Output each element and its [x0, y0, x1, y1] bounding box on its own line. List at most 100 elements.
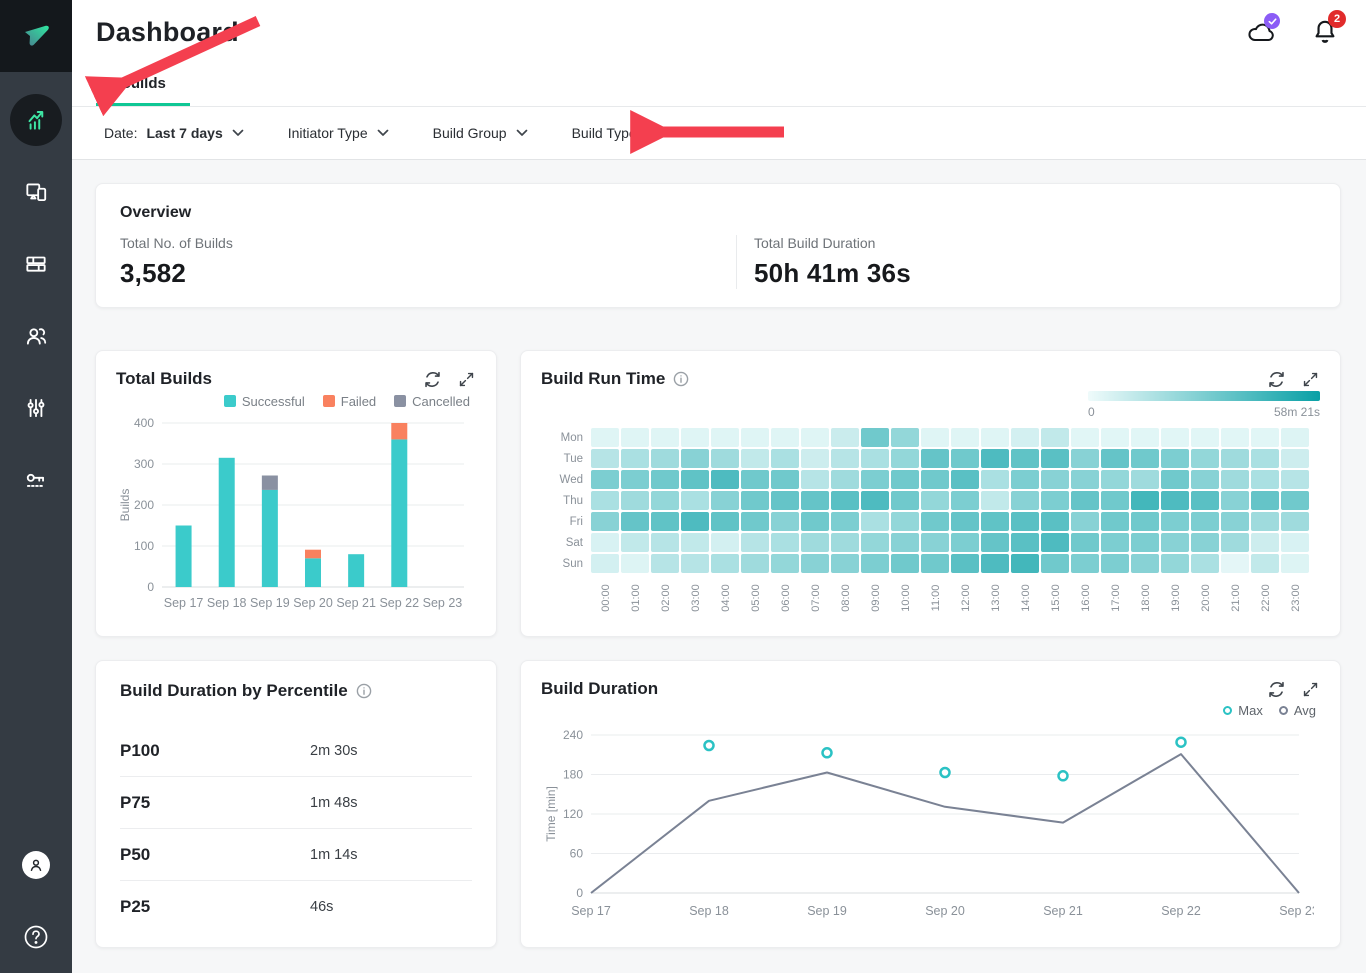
filter-date[interactable]: Date: Last 7 days — [104, 125, 244, 141]
heatmap-cell — [651, 491, 679, 510]
chevron-down-icon — [646, 129, 658, 137]
help-button[interactable] — [0, 901, 72, 973]
bar-segment-successful — [348, 554, 364, 587]
heatmap-row-label: Wed — [541, 474, 591, 486]
legend-item-avg[interactable]: Avg — [1279, 703, 1316, 718]
filter-build-group[interactable]: Build Group — [433, 125, 528, 141]
heatmap-row: Sun — [541, 553, 1320, 574]
build-duration-legend: Max Avg — [541, 699, 1316, 721]
heatmap-cell — [861, 428, 889, 447]
page-title: Dashboard — [96, 17, 239, 48]
refresh-button[interactable] — [1266, 369, 1286, 389]
filter-build-type[interactable]: Build Type — [572, 125, 658, 141]
info-button[interactable] — [673, 371, 689, 387]
y-axis-label: Builds — [118, 489, 132, 522]
notification-count-badge: 2 — [1328, 10, 1346, 28]
x-tick-label: Sep 20 — [293, 596, 333, 610]
info-button[interactable] — [356, 683, 372, 699]
main-area: Dashboard 2 Builds Date: — [72, 0, 1366, 973]
refresh-button[interactable] — [1266, 679, 1286, 699]
heatmap-cell — [861, 512, 889, 531]
heatmap-cell — [921, 428, 949, 447]
heatmap-cell — [591, 512, 619, 531]
heatmap-cell — [1221, 533, 1249, 552]
heatmap-cell — [681, 512, 709, 531]
legend-item-failed[interactable]: Failed — [323, 394, 376, 409]
cloud-status-button[interactable] — [1246, 17, 1276, 47]
info-icon — [673, 371, 689, 387]
max-point — [1059, 771, 1068, 780]
heatmap-cell — [621, 470, 649, 489]
legend-item-max[interactable]: Max — [1223, 703, 1263, 718]
heatmap-cell — [1191, 470, 1219, 489]
legend-label: Max — [1238, 703, 1263, 718]
expand-button[interactable] — [1300, 679, 1320, 699]
expand-icon — [1302, 681, 1319, 698]
heatmap-cell — [1281, 491, 1309, 510]
heatmap-time-label: 17:00 — [1101, 574, 1131, 622]
heatmap-cell — [1041, 470, 1069, 489]
chevron-down-icon — [232, 129, 244, 137]
sidebar-item-pipelines[interactable] — [0, 228, 72, 300]
stat-label: Total No. of Builds — [120, 235, 736, 251]
heatmap-cell — [1251, 512, 1279, 531]
heatmap-scale: 0 58m 21s — [541, 391, 1320, 421]
heatmap-row: Sat — [541, 532, 1320, 553]
heatmap-time-label: 05:00 — [741, 574, 771, 622]
heatmap-cell — [1041, 512, 1069, 531]
heatmap-cell — [741, 533, 769, 552]
heatmap-cell — [1191, 491, 1219, 510]
page-content: Overview Total No. of Builds 3,582 Total… — [72, 160, 1366, 948]
expand-button[interactable] — [456, 369, 476, 389]
sidebar-item-settings[interactable] — [0, 372, 72, 444]
heatmap-cell — [1101, 428, 1129, 447]
sidebar-item-insights[interactable] — [0, 84, 72, 156]
heatmap-cell — [1251, 554, 1279, 573]
heatmap-cell — [1221, 449, 1249, 468]
app-logo[interactable] — [0, 0, 72, 72]
heatmap-row: Thu — [541, 490, 1320, 511]
heatmap-cell — [921, 491, 949, 510]
legend-item-cancelled[interactable]: Cancelled — [394, 394, 470, 409]
heatmap-cell — [771, 512, 799, 531]
heatmap-cell — [981, 449, 1009, 468]
legend-ring-avg — [1279, 706, 1288, 715]
heatmap-cell — [1101, 554, 1129, 573]
user-avatar[interactable] — [0, 829, 72, 901]
heatmap-cell — [1071, 449, 1099, 468]
filter-initiator-type[interactable]: Initiator Type — [288, 125, 389, 141]
heatmap-cell — [951, 554, 979, 573]
tab-builds[interactable]: Builds — [96, 75, 190, 106]
legend-swatch-successful — [224, 395, 236, 407]
heatmap-cell — [1161, 491, 1189, 510]
heatmap-row: Wed — [541, 469, 1320, 490]
percentile-row: P100 2m 30s — [120, 725, 472, 777]
legend-item-successful[interactable]: Successful — [224, 394, 305, 409]
notifications-button[interactable]: 2 — [1310, 17, 1340, 47]
expand-button[interactable] — [1300, 369, 1320, 389]
heatmap-cell — [711, 554, 739, 573]
x-tick-label: Sep 19 — [807, 904, 847, 918]
heatmap-cell — [801, 533, 829, 552]
max-point — [1177, 738, 1186, 747]
heatmap-cell — [741, 428, 769, 447]
stat-label: Total Build Duration — [754, 235, 911, 251]
heatmap-cell — [951, 491, 979, 510]
person-icon — [27, 856, 45, 874]
heatmap-cell — [651, 533, 679, 552]
heatmap-row-label: Mon — [541, 432, 591, 444]
refresh-button[interactable] — [422, 369, 442, 389]
heatmap-cell — [861, 470, 889, 489]
heatmap-cell — [1011, 428, 1039, 447]
help-icon — [22, 923, 50, 951]
heatmap-cell — [711, 470, 739, 489]
heatmap-cell — [621, 554, 649, 573]
insights-chart-icon — [23, 107, 49, 133]
bar-segment-cancelled — [262, 476, 278, 490]
charts-row-2: Build Duration by Percentile P100 2m 30s… — [95, 660, 1341, 948]
bar-segment-successful — [391, 439, 407, 587]
sidebar-item-team[interactable] — [0, 300, 72, 372]
heatmap-row-label: Sun — [541, 558, 591, 570]
sidebar-item-apps[interactable] — [0, 156, 72, 228]
sidebar-item-credentials[interactable] — [0, 444, 72, 516]
